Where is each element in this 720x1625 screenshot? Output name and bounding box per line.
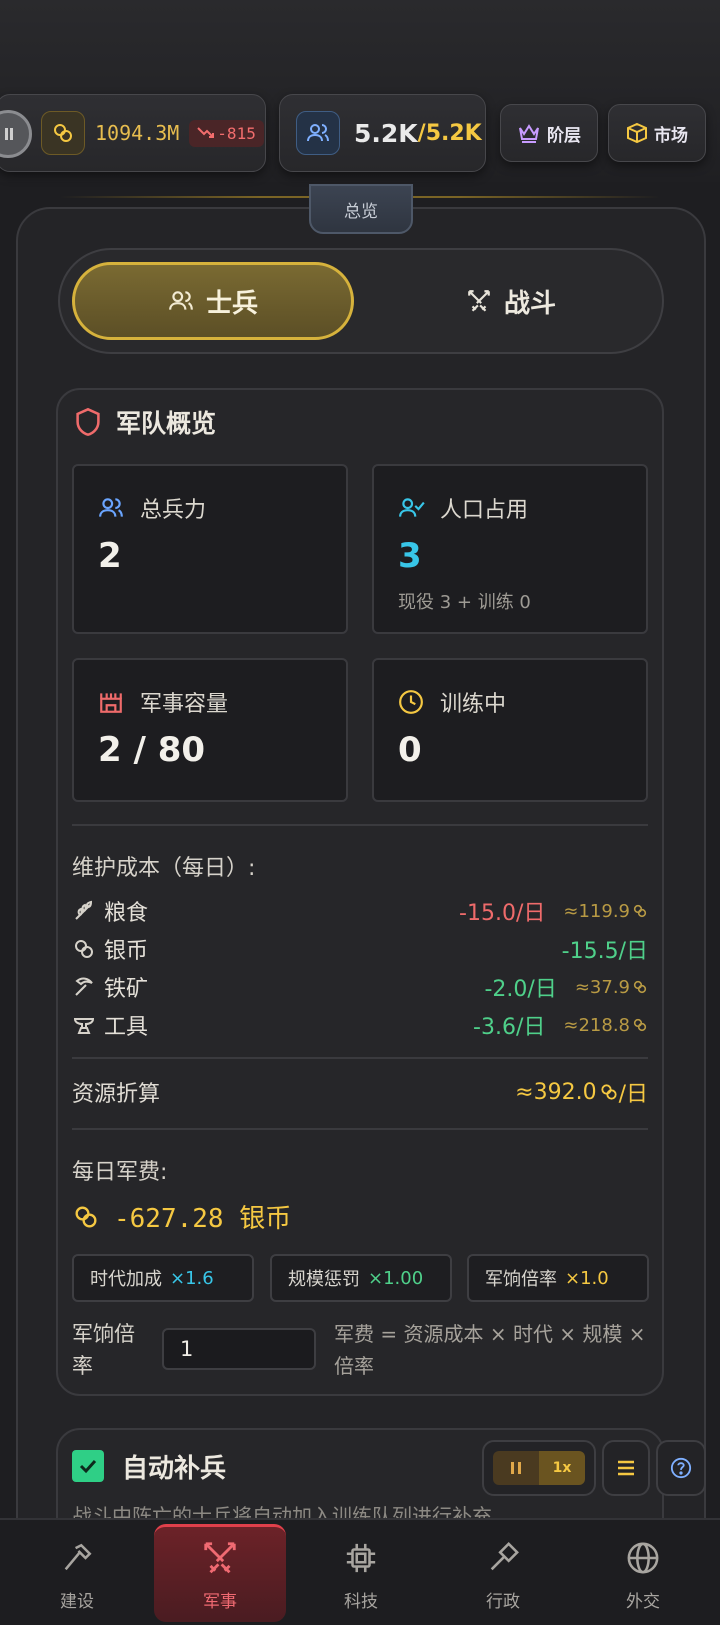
stat-total-value: 2 [98, 536, 122, 576]
stat-training-value: 0 [398, 730, 422, 770]
upkeep-row-silver: 银币 -15.5/日 [72, 931, 648, 967]
silver-amount: 1094.3M [95, 121, 180, 145]
wheat-icon [75, 900, 93, 920]
crown-icon [519, 124, 539, 143]
stat-population-sub: 现役 3 + 训练 0 [398, 592, 531, 613]
silver-change-badge: -815 [189, 119, 264, 147]
class-button[interactable]: 阶层 [500, 104, 598, 162]
hammer-icon [64, 1543, 92, 1571]
population-pill[interactable]: 5.2K /5.2K [279, 94, 486, 172]
trend-down-icon [197, 127, 215, 138]
speed-control[interactable]: 1x [482, 1440, 596, 1496]
pause-button[interactable] [493, 1451, 539, 1485]
help-button[interactable] [656, 1440, 706, 1496]
coins-icon [633, 980, 647, 994]
daily-cost-title: 每日军费: [72, 1160, 168, 1185]
box-icon [627, 122, 647, 144]
divider [72, 1128, 648, 1130]
army-overview-title: 军队概览 [116, 409, 217, 438]
divider [72, 1057, 648, 1059]
chip-pay-rate: 军饷倍率 ×1.0 [467, 1254, 649, 1302]
crossed-swords-icon [468, 290, 490, 312]
menu-icon [618, 1460, 634, 1476]
pickaxe-icon [75, 977, 93, 996]
stat-population-value: 3 [398, 536, 422, 576]
coins-icon [75, 1206, 97, 1227]
pause-icon [5, 128, 13, 140]
stat-military-capacity: 军事容量 2 / 80 [72, 658, 348, 802]
gavel-icon [490, 1542, 519, 1571]
army-overview-header: 军队概览 [74, 404, 216, 440]
stat-training: 训练中 0 [372, 658, 648, 802]
coins-icon [41, 111, 85, 155]
help-icon [670, 1457, 692, 1479]
stat-capacity-value: 2 / 80 [98, 730, 206, 770]
daily-cost-value: -627.28 银币 [114, 1204, 292, 1234]
chip-icon [346, 1543, 376, 1573]
coins-icon [633, 904, 647, 918]
tab-soldiers[interactable]: 士兵 [72, 262, 354, 340]
shield-icon [76, 407, 100, 437]
nav-build[interactable]: 建设 [12, 1530, 142, 1622]
user-check-icon [399, 498, 425, 517]
nav-diplomacy[interactable]: 外交 [578, 1530, 708, 1622]
stat-total-troops: 总兵力 2 [72, 464, 348, 634]
pay-rate-input[interactable] [162, 1328, 316, 1370]
market-button[interactable]: 市场 [608, 104, 706, 162]
coins-icon [75, 940, 93, 958]
pay-rate-label: 军饷倍率 [72, 1322, 135, 1378]
stat-population-usage: 人口占用 3 现役 3 + 训练 0 [372, 464, 648, 634]
crossed-swords-icon [204, 1542, 236, 1574]
formula-text: 军费 = 资源成本 × 时代 × 规模 × 倍率 [334, 1322, 646, 1378]
chip-scale-penalty: 规模惩罚 ×1.00 [270, 1254, 452, 1302]
auto-replenish-title: 自动补兵 [122, 1454, 227, 1484]
speed-1x-button[interactable]: 1x [539, 1451, 585, 1485]
barracks-icon [100, 693, 122, 713]
resource-conversion-row: 资源折算 ≈392.0 /日 [72, 1079, 648, 1108]
globe-icon [627, 1542, 659, 1574]
upkeep-row-tools: 工具 -3.6/日 ≈218.8 [72, 1007, 648, 1043]
population-current: 5.2K [354, 118, 418, 148]
users-icon [169, 291, 193, 310]
users-icon [99, 498, 123, 517]
menu-button[interactable] [602, 1440, 650, 1496]
anvil-icon [73, 1018, 95, 1034]
upkeep-row-iron: 铁矿 -2.0/日 ≈37.9 [72, 969, 648, 1005]
upkeep-title: 维护成本（每日）: [72, 856, 256, 881]
divider [72, 824, 648, 826]
population-max: /5.2K [417, 120, 482, 146]
overview-tab[interactable]: 总览 [309, 184, 413, 234]
coins-icon [633, 1018, 647, 1032]
pause-icon [511, 1462, 521, 1474]
nav-administration[interactable]: 行政 [438, 1530, 568, 1622]
tab-battle[interactable]: 战斗 [370, 262, 652, 340]
users-icon [296, 111, 340, 155]
auto-replenish-checkbox[interactable] [72, 1450, 104, 1482]
check-icon [79, 1459, 97, 1474]
silver-resource-pill[interactable]: 1094.3M -815 [0, 94, 266, 172]
nav-tech[interactable]: 科技 [296, 1530, 426, 1622]
nav-military[interactable]: 军事 [155, 1530, 285, 1622]
coins-icon [600, 1084, 617, 1100]
clock-icon [399, 690, 423, 714]
chip-era-bonus: 时代加成 ×1.6 [72, 1254, 254, 1302]
daily-cost-row: -627.28 银币 [72, 1198, 291, 1235]
upkeep-row-food: 粮食 -15.0/日 ≈119.9 [72, 893, 648, 929]
